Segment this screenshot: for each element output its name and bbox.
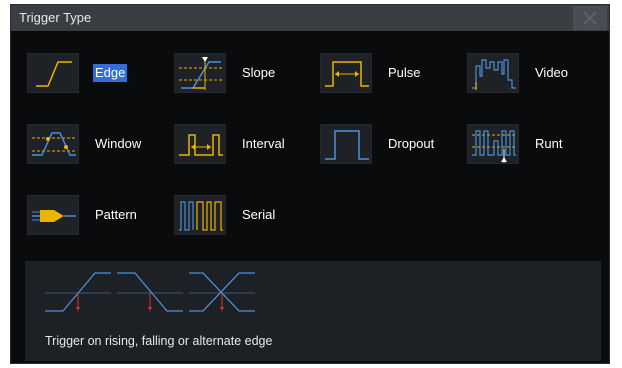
pattern-trigger-icon bbox=[27, 195, 79, 235]
alternate-edge-icon bbox=[189, 272, 255, 312]
trigger-type-dialog: Trigger Type Edge Slope Pulse Video Wind… bbox=[10, 4, 610, 364]
trigger-option-label: Video bbox=[535, 65, 569, 80]
trigger-option-label: Edge bbox=[93, 64, 128, 82]
trigger-description-panel: Trigger on rising, falling or alternate … bbox=[25, 261, 601, 361]
video-trigger-icon bbox=[467, 53, 519, 93]
trigger-option-interval[interactable]: Interval bbox=[174, 124, 314, 164]
runt-trigger-icon bbox=[467, 124, 519, 164]
trigger-option-slope[interactable]: Slope bbox=[174, 53, 314, 93]
trigger-option-pattern[interactable]: Pattern bbox=[27, 195, 167, 235]
trigger-option-window[interactable]: Window bbox=[27, 124, 167, 164]
interval-trigger-icon bbox=[174, 124, 226, 164]
trigger-option-label: Pattern bbox=[95, 207, 137, 222]
trigger-description-text: Trigger on rising, falling or alternate … bbox=[45, 334, 273, 348]
rising-edge-icon bbox=[45, 272, 111, 312]
edge-trigger-icon bbox=[27, 53, 79, 93]
falling-edge-icon bbox=[117, 272, 183, 312]
trigger-option-edge[interactable]: Edge bbox=[27, 53, 167, 93]
dialog-title: Trigger Type bbox=[19, 10, 92, 25]
close-button[interactable] bbox=[573, 6, 607, 30]
trigger-option-label: Window bbox=[95, 136, 142, 151]
trigger-option-dropout[interactable]: Dropout bbox=[320, 124, 460, 164]
trigger-option-label: Pulse bbox=[388, 65, 421, 80]
trigger-option-runt[interactable]: Runt bbox=[467, 124, 607, 164]
pulse-trigger-icon bbox=[320, 53, 372, 93]
trigger-option-video[interactable]: Video bbox=[467, 53, 607, 93]
window-trigger-icon bbox=[27, 124, 79, 164]
trigger-option-label: Serial bbox=[242, 207, 276, 222]
serial-trigger-icon bbox=[174, 195, 226, 235]
trigger-option-label: Runt bbox=[535, 136, 563, 151]
trigger-option-serial[interactable]: Serial bbox=[174, 195, 314, 235]
dialog-titlebar: Trigger Type bbox=[11, 5, 609, 31]
trigger-option-pulse[interactable]: Pulse bbox=[320, 53, 460, 93]
trigger-option-label: Interval bbox=[242, 136, 285, 151]
slope-trigger-icon bbox=[174, 53, 226, 93]
edge-diagram bbox=[45, 272, 255, 312]
dropout-trigger-icon bbox=[320, 124, 372, 164]
trigger-option-label: Slope bbox=[242, 65, 276, 80]
close-icon bbox=[583, 11, 597, 25]
trigger-option-label: Dropout bbox=[388, 136, 435, 151]
